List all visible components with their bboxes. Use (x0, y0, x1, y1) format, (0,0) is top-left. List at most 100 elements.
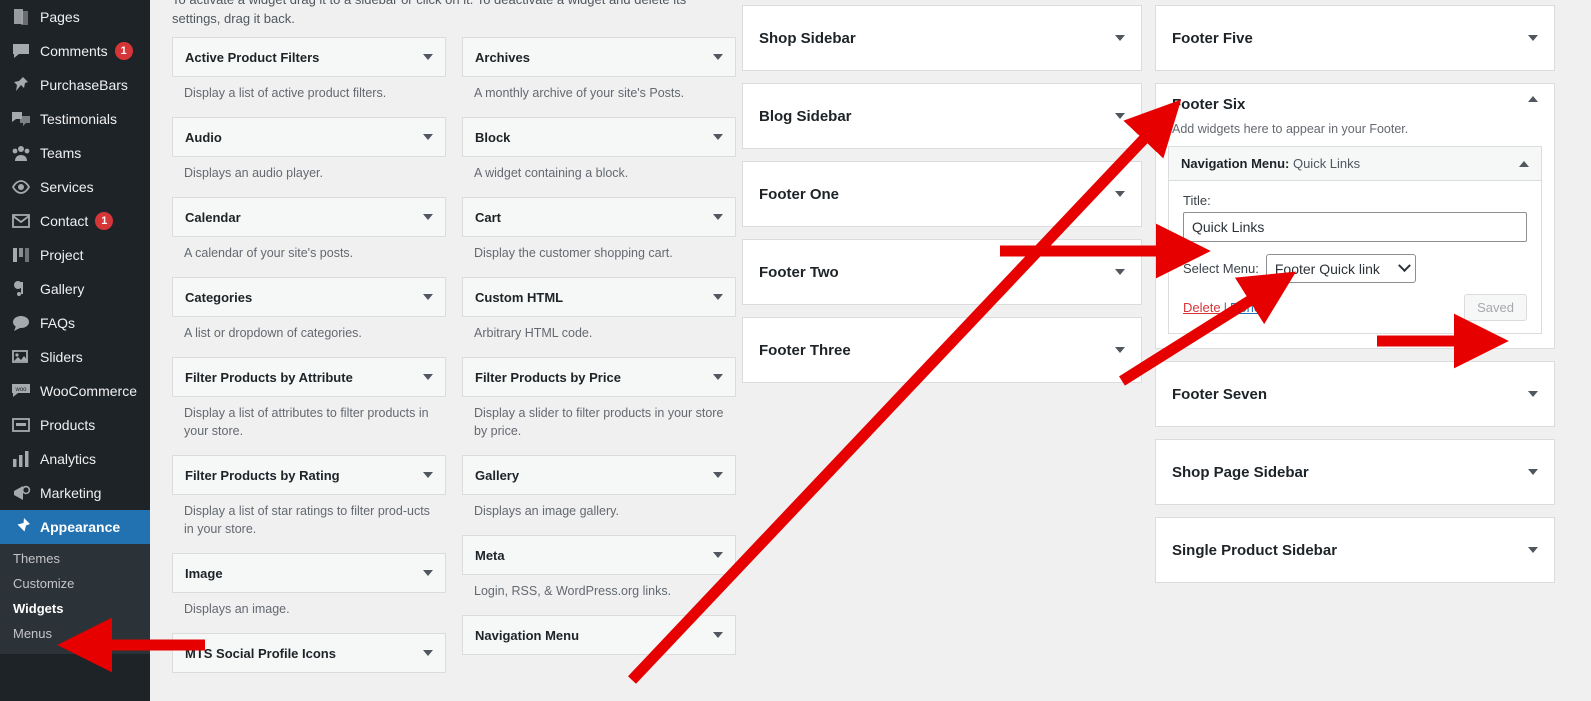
chevron-down-icon[interactable] (713, 134, 723, 140)
available-widget-header[interactable]: Filter Products by Attribute (172, 357, 446, 397)
chevron-down-icon[interactable] (1528, 469, 1538, 475)
chevron-down-icon[interactable] (423, 54, 433, 60)
available-widget-header[interactable]: Audio (172, 117, 446, 157)
available-widget[interactable]: Block A widget containing a block. (462, 117, 736, 191)
available-widget[interactable]: Navigation Menu (462, 615, 736, 655)
chevron-down-icon[interactable] (1528, 391, 1538, 397)
menu-item-pages[interactable]: Pages (0, 0, 150, 34)
sidebar-panel[interactable]: Footer Two (742, 239, 1142, 305)
menu-item-services[interactable]: Services (0, 170, 150, 204)
navigation-menu-widget-header[interactable]: Navigation Menu: Quick Links (1169, 147, 1541, 181)
sidebar-panel[interactable]: Shop Sidebar (742, 5, 1142, 71)
available-widget-header[interactable]: Filter Products by Price (462, 357, 736, 397)
chevron-down-icon[interactable] (1115, 113, 1125, 119)
chevron-down-icon[interactable] (713, 294, 723, 300)
available-widget-header[interactable]: Meta (462, 535, 736, 575)
sidebar-panel[interactable]: Footer Three (742, 317, 1142, 383)
available-widget-header[interactable]: MTS Social Profile Icons (172, 633, 446, 673)
available-widget-header[interactable]: Calendar (172, 197, 446, 237)
chevron-down-icon[interactable] (423, 472, 433, 478)
available-widget-header[interactable]: Categories (172, 277, 446, 317)
menu-item-woocommerce[interactable]: woo WooCommerce (0, 374, 150, 408)
chevron-down-icon[interactable] (1115, 347, 1125, 353)
available-widget-header[interactable]: Archives (462, 37, 736, 77)
done-link[interactable]: Done (1230, 300, 1261, 315)
available-widget[interactable]: Audio Displays an audio player. (172, 117, 446, 191)
chevron-down-icon[interactable] (423, 294, 433, 300)
sidebar-panel[interactable]: Blog Sidebar (742, 83, 1142, 149)
available-widget-header[interactable]: Cart (462, 197, 736, 237)
menu-item-project[interactable]: Project (0, 238, 150, 272)
chevron-down-icon[interactable] (713, 54, 723, 60)
chevron-down-icon[interactable] (423, 570, 433, 576)
available-widget-header[interactable]: Image (172, 553, 446, 593)
available-widget-header[interactable]: Filter Products by Rating (172, 455, 446, 495)
chevron-down-icon[interactable] (423, 214, 433, 220)
chevron-down-icon[interactable] (713, 214, 723, 220)
sidebar-panel-header[interactable]: Footer Seven (1156, 362, 1554, 426)
sidebar-panel-header[interactable]: Footer One (743, 162, 1141, 226)
menu-item-testimonials[interactable]: Testimonials (0, 102, 150, 136)
available-widget[interactable]: MTS Social Profile Icons (172, 633, 446, 673)
sidebar-panel-header[interactable]: Blog Sidebar (743, 84, 1141, 148)
available-widget[interactable]: Cart Display the customer shopping cart. (462, 197, 736, 271)
chevron-down-icon[interactable] (423, 650, 433, 656)
available-widget[interactable]: Image Displays an image. (172, 553, 446, 627)
available-widget[interactable]: Active Product Filters Display a list of … (172, 37, 446, 111)
menu-item-faqs[interactable]: FAQs (0, 306, 150, 340)
chevron-down-icon[interactable] (713, 552, 723, 558)
menu-item-gallery[interactable]: Gallery (0, 272, 150, 306)
available-widget[interactable]: Filter Products by Attribute Display a li… (172, 357, 446, 449)
title-input[interactable] (1183, 212, 1527, 242)
menu-item-purchasebars[interactable]: PurchaseBars (0, 68, 150, 102)
menu-item-contact[interactable]: Contact 1 (0, 204, 150, 238)
save-button[interactable]: Saved (1464, 294, 1527, 321)
sidebar-panel-header[interactable]: Footer Five (1156, 6, 1554, 70)
sidebar-panel[interactable]: Single Product Sidebar (1155, 517, 1555, 583)
chevron-down-icon[interactable] (713, 374, 723, 380)
menu-item-products[interactable]: Products (0, 408, 150, 442)
submenu-item-customize[interactable]: Customize (0, 571, 150, 596)
available-widget[interactable]: Gallery Displays an image gallery. (462, 455, 736, 529)
sidebar-panel-header[interactable]: Footer Two (743, 240, 1141, 304)
chevron-up-icon[interactable] (1528, 96, 1538, 102)
sidebar-panel[interactable]: Footer Five (1155, 5, 1555, 71)
navigation-menu-widget[interactable]: Navigation Menu: Quick Links Title: Select… (1168, 146, 1542, 334)
available-widget-header[interactable]: Active Product Filters (172, 37, 446, 77)
chevron-up-icon[interactable] (1519, 160, 1529, 167)
available-widget[interactable]: Archives A monthly archive of your site's… (462, 37, 736, 111)
available-widget[interactable]: Meta Login, RSS, & WordPress.org links. (462, 535, 736, 609)
chevron-down-icon[interactable] (1528, 35, 1538, 41)
chevron-down-icon[interactable] (1115, 191, 1125, 197)
chevron-down-icon[interactable] (1115, 269, 1125, 275)
available-widget-header[interactable]: Custom HTML (462, 277, 736, 317)
menu-item-teams[interactable]: Teams (0, 136, 150, 170)
sidebar-panel[interactable]: Footer Seven (1155, 361, 1555, 427)
chevron-down-icon[interactable] (423, 134, 433, 140)
sidebar-panel[interactable]: Footer Six Add widgets here to appear in … (1155, 83, 1555, 349)
available-widget[interactable]: Categories A list or dropdown of categori… (172, 277, 446, 351)
available-widget[interactable]: Filter Products by Rating Display a list … (172, 455, 446, 547)
menu-item-analytics[interactable]: Analytics (0, 442, 150, 476)
chevron-down-icon[interactable] (423, 374, 433, 380)
sidebar-panel-header[interactable]: Single Product Sidebar (1156, 518, 1554, 582)
menu-item-sliders[interactable]: Sliders (0, 340, 150, 374)
submenu-item-widgets[interactable]: Widgets (0, 596, 150, 621)
sidebar-panel-header[interactable]: Footer Three (743, 318, 1141, 382)
menu-item-comments[interactable]: Comments 1 (0, 34, 150, 68)
available-widget-header[interactable]: Block (462, 117, 736, 157)
available-widget[interactable]: Filter Products by Price Display a slider… (462, 357, 736, 449)
available-widget-header[interactable]: Gallery (462, 455, 736, 495)
available-widget[interactable]: Calendar A calendar of your site's posts. (172, 197, 446, 271)
sidebar-panel[interactable]: Shop Page Sidebar (1155, 439, 1555, 505)
chevron-down-icon[interactable] (1528, 547, 1538, 553)
available-widget-header[interactable]: Navigation Menu (462, 615, 736, 655)
chevron-down-icon[interactable] (713, 632, 723, 638)
select-menu-dropdown[interactable]: Footer Quick link (1265, 254, 1416, 283)
chevron-down-icon[interactable] (713, 472, 723, 478)
delete-link[interactable]: Delete (1183, 300, 1221, 315)
sidebar-panel[interactable]: Footer One (742, 161, 1142, 227)
menu-item-appearance[interactable]: Appearance (0, 510, 158, 544)
menu-item-marketing[interactable]: Marketing (0, 476, 150, 510)
available-widget[interactable]: Custom HTML Arbitrary HTML code. (462, 277, 736, 351)
